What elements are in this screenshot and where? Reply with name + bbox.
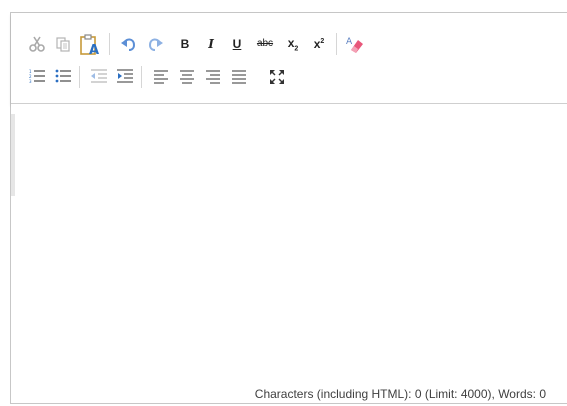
subscript-icon: x2: [288, 36, 299, 52]
align-right-icon: [206, 70, 220, 84]
justify-icon: [232, 70, 246, 84]
outdent-button[interactable]: [87, 65, 111, 89]
rich-text-editor: A B I U abc x2 x2 A 1 2 3 Characters (in…: [10, 12, 567, 404]
superscript-digit: 2: [320, 38, 325, 45]
cut-icon: [29, 36, 45, 52]
numbered-list-button[interactable]: 1 2 3: [25, 65, 49, 89]
maximize-button[interactable]: [265, 65, 289, 89]
bulleted-list-button[interactable]: [51, 65, 75, 89]
indent-button[interactable]: [113, 65, 137, 89]
bold-icon: B: [180, 37, 190, 51]
subscript-button[interactable]: x2: [281, 32, 305, 56]
maximize-icon: [270, 70, 284, 84]
cut-button[interactable]: [25, 32, 49, 56]
numbered-list-icon: 1 2 3: [29, 69, 45, 84]
align-right-button[interactable]: [201, 65, 225, 89]
undo-icon: [121, 38, 136, 51]
toolbar-separator: [79, 66, 80, 88]
bulleted-list-icon: [55, 69, 71, 83]
svg-text:A: A: [346, 37, 353, 47]
align-left-icon: [154, 70, 168, 84]
copy-icon: [56, 37, 70, 52]
toolbar-separator: [141, 66, 142, 88]
align-left-button[interactable]: [149, 65, 173, 89]
strikethrough-button[interactable]: abc: [251, 32, 279, 56]
editor-content-area[interactable]: [11, 104, 567, 376]
svg-text:3: 3: [29, 79, 32, 84]
subscript-digit: 2: [294, 45, 299, 53]
toolbar-separator: [336, 33, 337, 55]
indent-icon: [117, 69, 133, 83]
italic-button[interactable]: I: [199, 32, 223, 56]
align-center-icon: [180, 70, 194, 84]
undo-button[interactable]: [117, 32, 141, 56]
underline-icon: U: [232, 37, 242, 51]
outdent-icon: [91, 69, 107, 83]
copy-button[interactable]: [51, 32, 75, 56]
editor-gutter-marker: [11, 114, 15, 196]
superscript-button[interactable]: x2: [307, 32, 331, 56]
strikethrough-icon: abc: [256, 38, 274, 49]
paste-text-button[interactable]: A: [77, 30, 103, 58]
editor-toolbar: A B I U abc x2 x2 A 1 2 3: [11, 13, 567, 104]
align-center-button[interactable]: [175, 65, 199, 89]
character-counter: Characters (including HTML): 0 (Limit: 4…: [254, 387, 546, 401]
svg-text:A: A: [89, 43, 99, 56]
bold-button[interactable]: B: [173, 32, 197, 56]
toolbar-separator: [109, 33, 110, 55]
eraser-icon: A: [346, 37, 363, 53]
underline-button[interactable]: U: [225, 32, 249, 56]
paste-text-icon: A: [80, 34, 99, 56]
redo-button[interactable]: [143, 32, 167, 56]
italic-icon: I: [208, 37, 214, 51]
superscript-icon: x2: [314, 37, 325, 51]
redo-icon: [148, 38, 163, 51]
remove-format-button[interactable]: A: [343, 32, 367, 56]
justify-button[interactable]: [227, 65, 251, 89]
